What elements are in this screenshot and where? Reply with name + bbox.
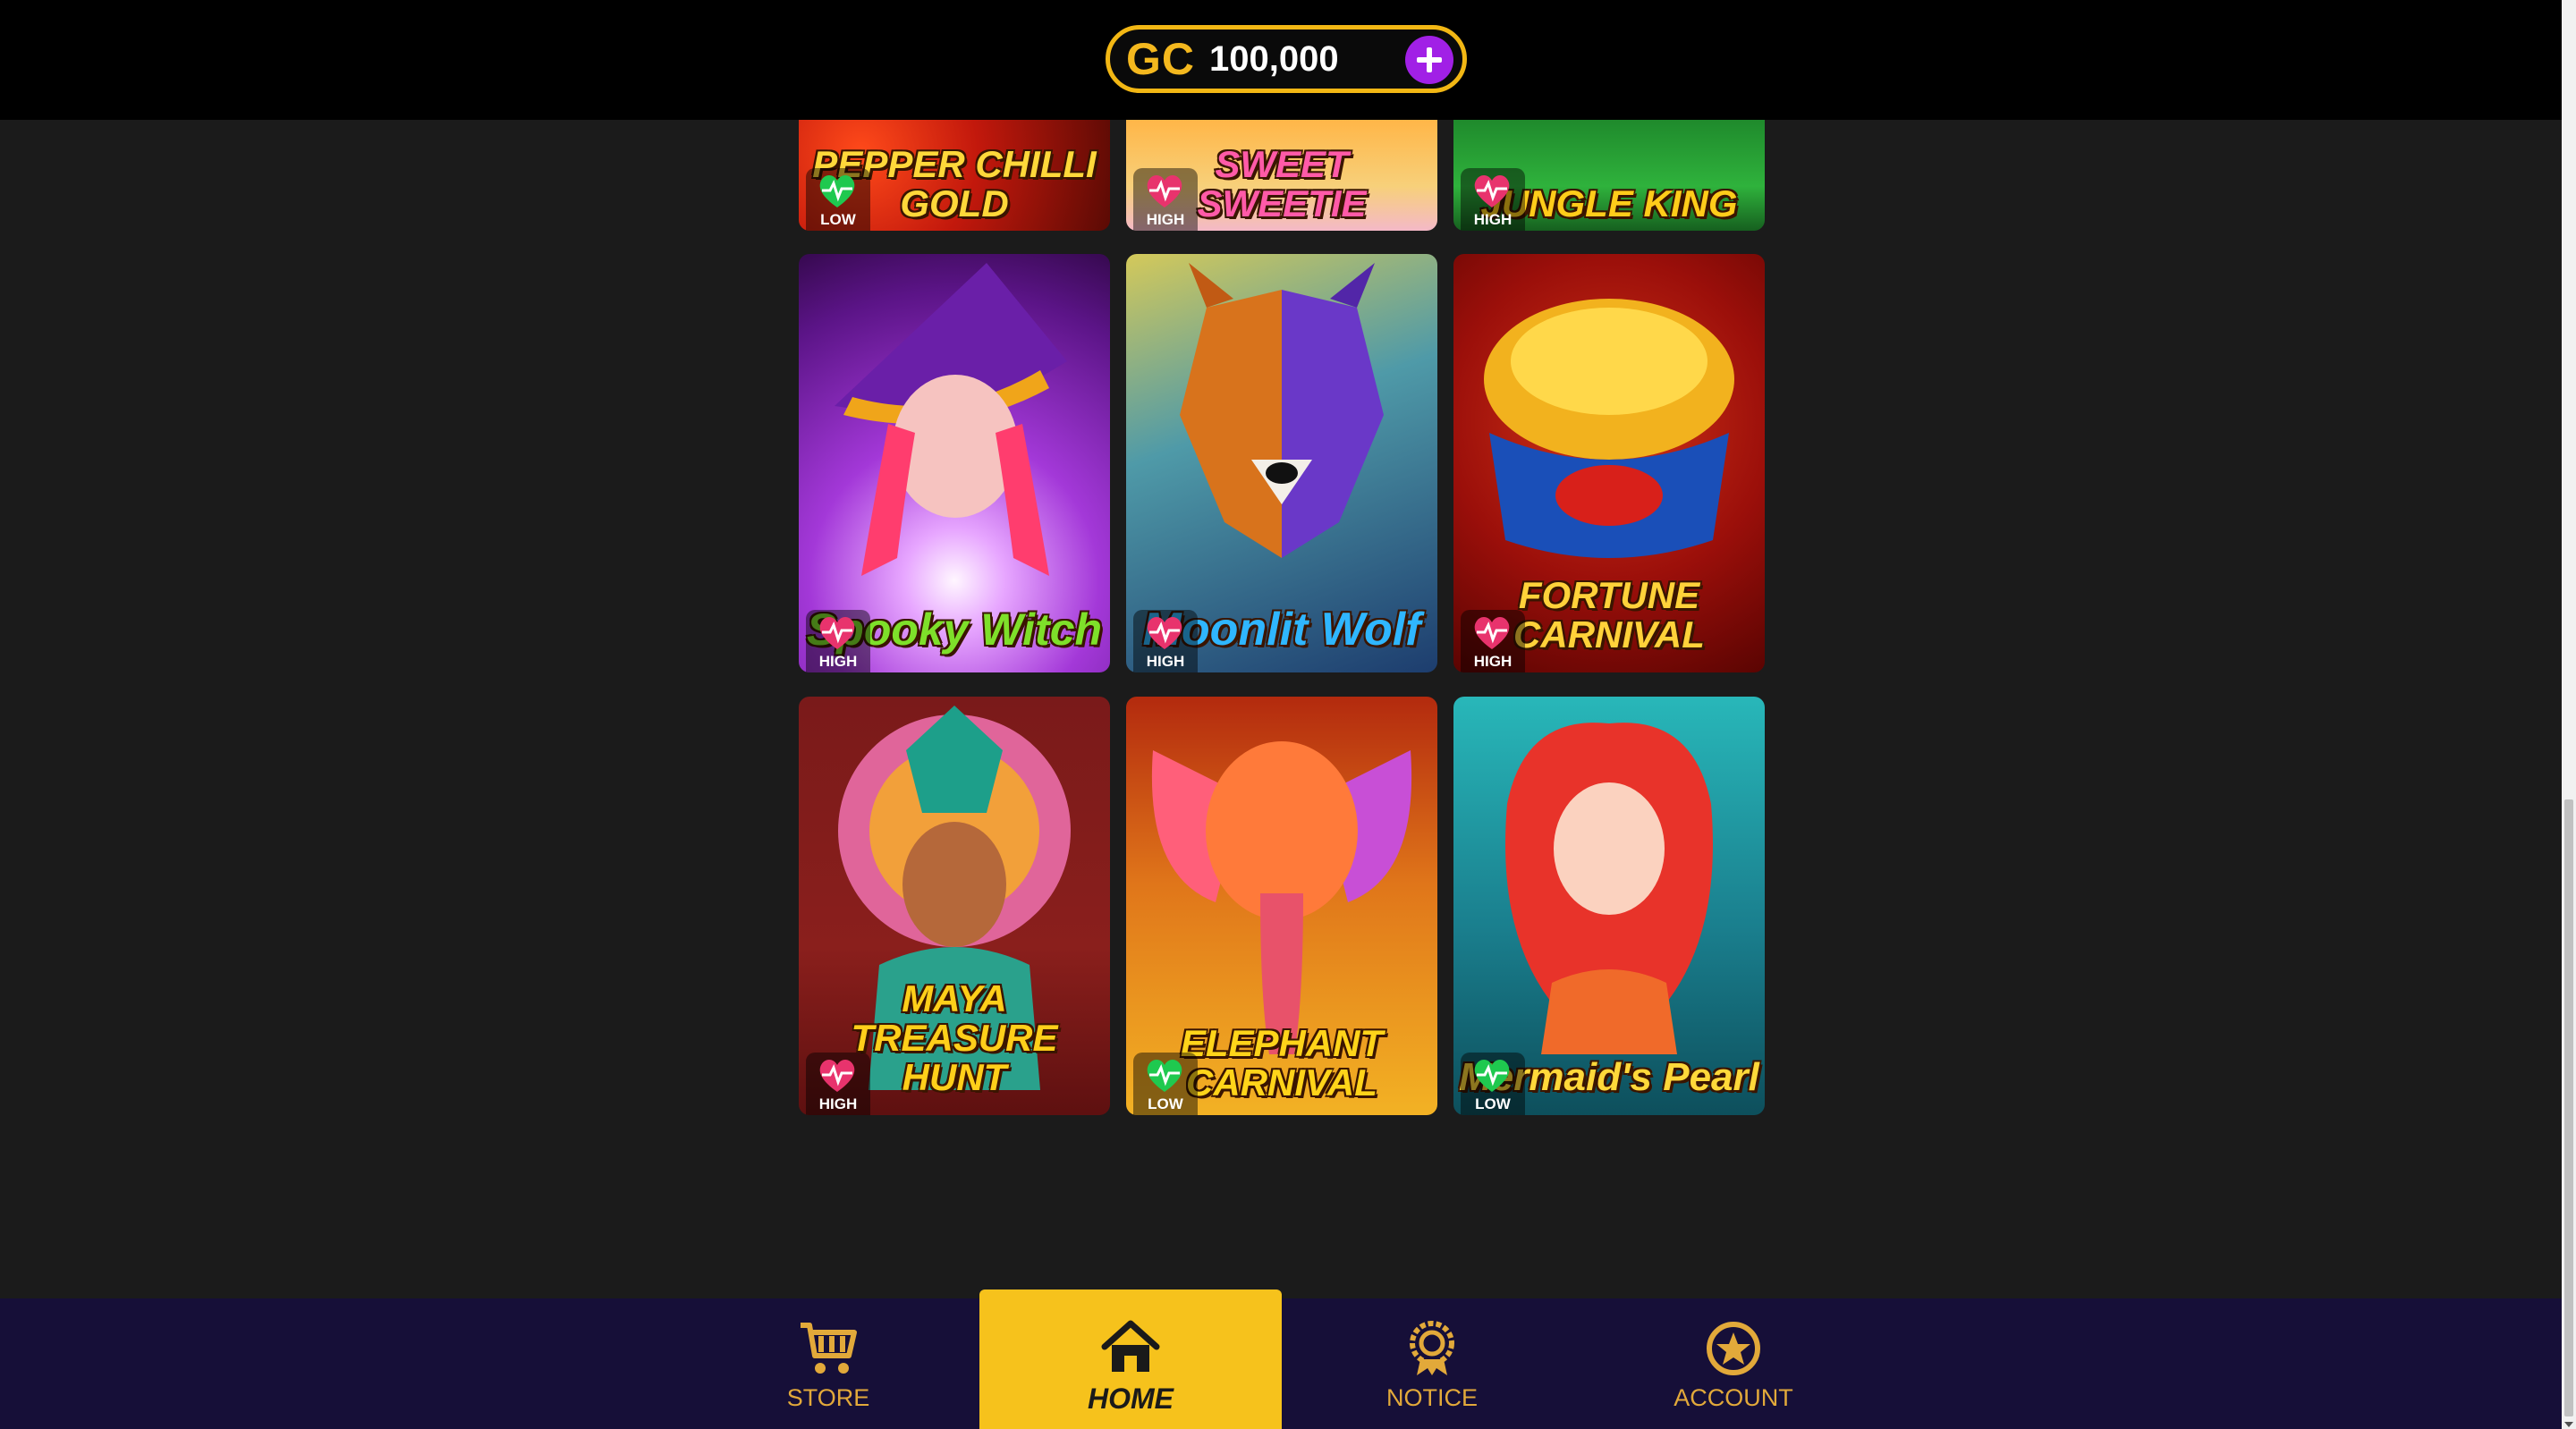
volatility-badge: HIGH — [1461, 168, 1525, 231]
nav-label: HOME — [1088, 1382, 1174, 1415]
star-icon — [1707, 1322, 1760, 1375]
game-card-maya-treasure-hunt[interactable]: MAYA TREASURE HUNT HIGH — [799, 697, 1110, 1115]
volatility-label: HIGH — [1473, 211, 1513, 228]
bottom-nav: STORE HOME NOTICE ACCOUNT — [0, 1289, 2562, 1429]
heart-pulse-icon — [1147, 1060, 1182, 1092]
heart-pulse-icon — [1147, 617, 1182, 649]
balance-pill[interactable]: GC 100,000 — [1106, 25, 1467, 93]
heart-pulse-icon — [1474, 617, 1510, 649]
volatility-label: HIGH — [818, 1095, 858, 1112]
balance-amount: 100,000 — [1209, 38, 1339, 79]
volatility-label: LOW — [820, 211, 856, 228]
badge-icon — [1410, 1321, 1454, 1375]
game-card-mermaids-pearl[interactable]: Mermaid's Pearl LOW — [1453, 697, 1765, 1115]
volatility-badge: LOW — [806, 168, 870, 231]
volatility-badge: LOW — [1133, 1053, 1198, 1115]
volatility-badge: HIGH — [1461, 610, 1525, 672]
heart-pulse-icon — [1474, 175, 1510, 207]
top-bar: GC 100,000 — [0, 0, 2562, 120]
volatility-label: HIGH — [1146, 653, 1185, 670]
volatility-badge: HIGH — [1133, 610, 1198, 672]
volatility-label: LOW — [1148, 1095, 1183, 1112]
volatility-label: LOW — [1475, 1095, 1511, 1112]
volatility-badge: HIGH — [1133, 168, 1198, 231]
volatility-badge: HIGH — [806, 1053, 870, 1115]
nav-item-home[interactable]: HOME — [979, 1289, 1282, 1429]
volatility-badge: LOW — [1461, 1053, 1525, 1115]
nav-item-notice[interactable]: NOTICE — [1281, 1298, 1583, 1429]
nav-label: STORE — [786, 1384, 870, 1411]
game-card-fortune-carnival[interactable]: FORTUNE CARNIVAL HIGH — [1453, 254, 1765, 672]
plus-icon[interactable] — [1405, 36, 1453, 84]
heart-pulse-icon — [1474, 1060, 1510, 1092]
volatility-label: HIGH — [818, 653, 858, 670]
scroll-down-arrow-icon[interactable] — [2564, 1422, 2573, 1427]
game-card-sweet-sweetie[interactable]: SWEET SWEETIE HIGH — [1126, 120, 1437, 231]
home-icon — [1101, 1320, 1160, 1372]
nav-item-store[interactable]: STORE — [677, 1298, 979, 1429]
game-card-jungle-king[interactable]: JUNGLE KING HIGH — [1453, 120, 1765, 231]
game-card-spooky-witch[interactable]: Spooky Witch HIGH — [799, 254, 1110, 672]
heart-pulse-icon — [1147, 175, 1182, 207]
currency-label: GC — [1126, 34, 1195, 84]
scrollbar-thumb[interactable] — [2564, 799, 2573, 1416]
volatility-badge: HIGH — [806, 610, 870, 672]
game-card-elephant-carnival[interactable]: ELEPHANT CARNIVAL LOW — [1126, 697, 1437, 1115]
volatility-label: HIGH — [1146, 211, 1185, 228]
volatility-label: HIGH — [1473, 653, 1513, 670]
heart-pulse-icon — [819, 617, 855, 649]
nav-label: ACCOUNT — [1674, 1384, 1793, 1411]
heart-pulse-icon — [819, 1060, 855, 1092]
nav-label: NOTICE — [1385, 1384, 1478, 1411]
game-card-moonlit-wolf[interactable]: Moonlit Wolf HIGH — [1126, 254, 1437, 672]
heart-pulse-icon — [819, 175, 855, 207]
game-card-pepper-chilli-gold[interactable]: PEPPER CHILLI GOLD LOW — [799, 120, 1110, 231]
cart-icon — [801, 1323, 857, 1374]
nav-item-account[interactable]: ACCOUNT — [1582, 1298, 1885, 1429]
scrollbar[interactable] — [2562, 0, 2576, 1429]
